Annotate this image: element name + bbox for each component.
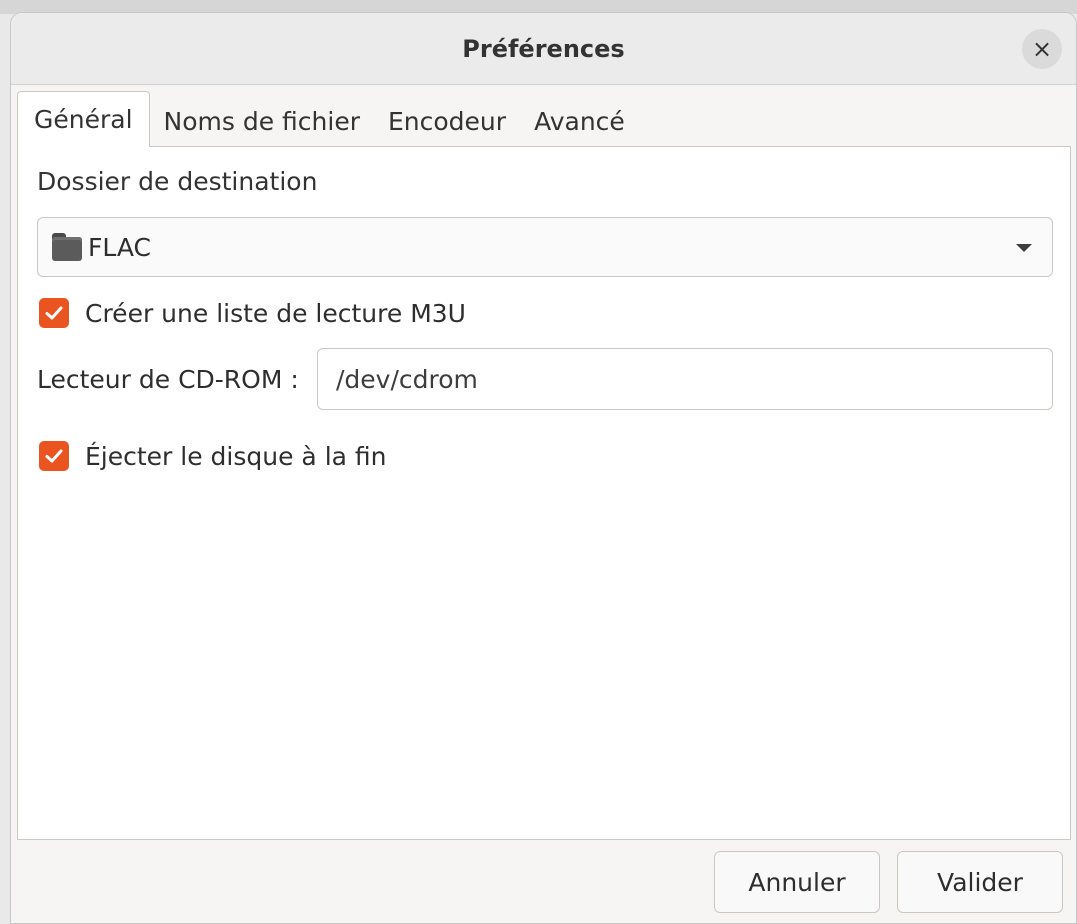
titlebar: Préférences × [11, 13, 1076, 85]
create-playlist-checkbox[interactable]: Créer une liste de lecture M3U [39, 298, 466, 328]
folder-icon [52, 233, 84, 261]
eject-disc-checkbox[interactable]: Éjecter le disque à la fin [39, 441, 387, 471]
tab-label: Encodeur [388, 106, 507, 136]
tab-bar: Général Noms de fichier Encodeur Avancé [17, 91, 639, 147]
destination-folder-value: FLAC [88, 232, 152, 262]
tab-filenames[interactable]: Noms de fichier [150, 95, 374, 147]
general-panel: Dossier de destination FLAC Créer une li… [17, 146, 1071, 840]
cdrom-drive-label: Lecteur de CD-ROM : [37, 365, 299, 394]
checkbox-checked-icon[interactable] [39, 441, 69, 471]
validate-button-label: Valider [937, 867, 1023, 897]
cancel-button[interactable]: Annuler [714, 851, 880, 913]
checkbox-checked-icon[interactable] [39, 298, 69, 328]
tab-advanced[interactable]: Avancé [520, 95, 639, 147]
destination-folder-dropdown[interactable]: FLAC [37, 217, 1053, 277]
close-icon: × [1031, 35, 1053, 63]
create-playlist-label: Créer une liste de lecture M3U [85, 298, 466, 328]
eject-disc-label: Éjecter le disque à la fin [85, 441, 387, 471]
cancel-button-label: Annuler [748, 867, 846, 897]
chevron-down-icon [1016, 244, 1032, 252]
tab-label: Noms de fichier [163, 106, 360, 136]
destination-folder-label: Dossier de destination [37, 167, 318, 196]
close-button[interactable]: × [1022, 29, 1062, 69]
validate-button[interactable]: Valider [897, 851, 1063, 913]
tab-label: Général [34, 105, 133, 134]
preferences-dialog: Préférences × Général Noms de fichier En… [10, 12, 1077, 924]
tab-general[interactable]: Général [17, 91, 150, 147]
tab-encoder[interactable]: Encodeur [374, 95, 520, 147]
dialog-title: Préférences [462, 34, 625, 63]
tab-label: Avancé [534, 106, 625, 136]
cdrom-drive-input[interactable] [317, 348, 1053, 410]
